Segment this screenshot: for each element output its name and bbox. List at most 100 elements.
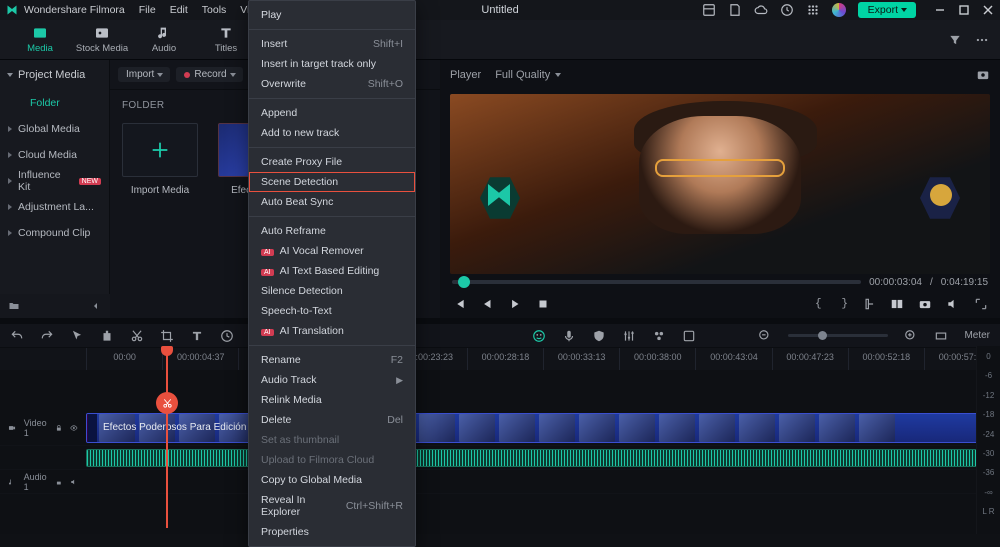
video-clip[interactable]: Efectos Poderosos Para Edición de Futbol (86, 413, 994, 443)
volume-icon[interactable] (946, 297, 960, 311)
delete-icon[interactable] (100, 329, 114, 343)
audio-track-icon (8, 476, 16, 488)
playhead[interactable] (166, 348, 168, 528)
save-icon[interactable] (728, 3, 742, 17)
ctx-item-ai-translation[interactable]: AIAI Translation (249, 321, 415, 341)
ctx-item-overwrite[interactable]: OverwriteShift+O (249, 74, 415, 94)
crop-icon[interactable] (160, 329, 174, 343)
layout-icon[interactable] (702, 3, 716, 17)
undo-icon[interactable] (10, 329, 24, 343)
ctx-item-rename[interactable]: RenameF2 (249, 350, 415, 370)
time-current: 00:00:03:04 (869, 277, 922, 288)
seek-bar[interactable] (452, 280, 861, 284)
mark-in-icon[interactable] (862, 297, 876, 311)
ctx-item-silence-detection[interactable]: Silence Detection (249, 281, 415, 301)
ai-face-icon[interactable] (532, 329, 546, 343)
minimize-icon[interactable] (934, 4, 946, 16)
fullscreen-icon[interactable] (974, 297, 988, 311)
ctx-item-relink-media[interactable]: Relink Media (249, 390, 415, 410)
render-icon[interactable] (682, 329, 696, 343)
ctx-item-copy-to-global-media[interactable]: Copy to Global Media (249, 470, 415, 490)
cloud-icon[interactable] (754, 3, 768, 17)
maximize-icon[interactable] (958, 4, 970, 16)
ctx-item-delete[interactable]: DeleteDel (249, 410, 415, 430)
speed-icon[interactable] (220, 329, 234, 343)
snapshot-icon[interactable] (976, 68, 990, 82)
camera-icon[interactable] (918, 297, 932, 311)
tab-audio[interactable]: Audio (134, 23, 194, 56)
ctx-item-add-to-new-track[interactable]: Add to new track (249, 123, 415, 143)
ctx-item-auto-reframe[interactable]: Auto Reframe (249, 221, 415, 241)
ctx-item-ai-text-based-editing[interactable]: AIAI Text Based Editing (249, 261, 415, 281)
ctx-item-append[interactable]: Append (249, 103, 415, 123)
tab-media[interactable]: Media (10, 23, 70, 56)
collapse-icon[interactable] (90, 300, 102, 312)
group-icon[interactable] (652, 329, 666, 343)
meter-label[interactable]: Meter (964, 330, 990, 341)
sidebar-item-compound-clip[interactable]: Compound Clip (0, 220, 109, 246)
zoom-in-icon[interactable] (904, 329, 918, 343)
play-icon[interactable] (508, 297, 522, 311)
import-media-tile[interactable]: Import Media (122, 123, 198, 196)
menu-edit[interactable]: Edit (170, 4, 188, 16)
sidebar-project-media[interactable]: Project Media (0, 60, 109, 90)
sidebar-item-influence-kit[interactable]: Influence KitNEW (0, 168, 109, 194)
ctx-item-properties[interactable]: Properties (249, 522, 415, 542)
zoom-slider[interactable] (788, 334, 888, 337)
stop-icon[interactable] (536, 297, 550, 311)
record-dropdown[interactable]: Record (176, 67, 242, 82)
ctx-item-create-proxy-file[interactable]: Create Proxy File (249, 152, 415, 172)
play-back-icon[interactable] (480, 297, 494, 311)
filter-icon[interactable] (948, 33, 962, 47)
audio-waveform-row[interactable] (0, 446, 1000, 470)
close-window-icon[interactable] (982, 4, 994, 16)
menu-file[interactable]: File (139, 4, 156, 16)
redo-icon[interactable] (40, 329, 54, 343)
timeline-ruler[interactable]: 00:0000:00:04:3700:00:09:1400:00:23:2300… (0, 348, 1000, 370)
zoom-fit-icon[interactable] (934, 329, 948, 343)
more-icon[interactable] (974, 33, 990, 47)
zoom-out-icon[interactable] (758, 329, 772, 343)
audio-meter: 0-6-12-18-24-30-36-∞ L R (976, 346, 1000, 534)
ctx-item-insert-in-target-track-only[interactable]: Insert in target track only (249, 54, 415, 74)
prev-frame-icon[interactable] (452, 297, 466, 311)
mic-icon[interactable] (562, 329, 576, 343)
ctx-item-scene-detection[interactable]: Scene Detection (249, 172, 415, 192)
lock-icon[interactable] (55, 422, 63, 434)
compare-icon[interactable] (890, 297, 904, 311)
sidebar-folder[interactable]: Folder (0, 90, 109, 116)
lock-icon[interactable] (55, 476, 63, 488)
ctx-item-ai-vocal-remover[interactable]: AIAI Vocal Remover (249, 241, 415, 261)
preview-viewport[interactable] (450, 94, 990, 274)
sidebar-item-adjustment-layer[interactable]: Adjustment La... (0, 194, 109, 220)
pointer-tool-icon[interactable] (70, 329, 84, 343)
ctx-item-insert[interactable]: InsertShift+I (249, 34, 415, 54)
player-quality-dropdown[interactable]: Full Quality (495, 69, 560, 81)
cut-icon[interactable] (130, 329, 144, 343)
activity-icon[interactable] (780, 3, 794, 17)
braces-icon[interactable]: { } (815, 298, 848, 310)
shield-icon[interactable] (592, 329, 606, 343)
sidebar-item-cloud-media[interactable]: Cloud Media (0, 142, 109, 168)
menu-tools[interactable]: Tools (202, 4, 227, 16)
video-track-1[interactable]: Video 1 Efectos Poderosos Para Edición d… (0, 410, 1000, 446)
audio-track-1[interactable]: Audio 1 (0, 470, 1000, 494)
new-folder-icon[interactable] (8, 300, 20, 312)
apps-icon[interactable] (806, 3, 820, 17)
export-button[interactable]: Export (858, 2, 916, 18)
tab-titles[interactable]: Titles (196, 23, 256, 56)
import-dropdown[interactable]: Import (118, 67, 170, 82)
tab-stock-media[interactable]: Stock Media (72, 23, 132, 56)
ctx-item-auto-beat-sync[interactable]: Auto Beat Sync (249, 192, 415, 212)
mixer-icon[interactable] (622, 329, 636, 343)
ctx-item-audio-track[interactable]: Audio Track▶ (249, 370, 415, 390)
account-avatar-icon[interactable] (832, 3, 846, 17)
ctx-item-speech-to-text[interactable]: Speech-to-Text (249, 301, 415, 321)
text-tool-icon[interactable] (190, 329, 204, 343)
audio-clip-waveform[interactable] (86, 449, 994, 467)
playhead-cut-button[interactable] (156, 392, 178, 414)
sidebar-item-global-media[interactable]: Global Media (0, 116, 109, 142)
mute-icon[interactable] (70, 476, 78, 488)
eye-icon[interactable] (70, 422, 78, 434)
ctx-item-reveal-in-explorer[interactable]: Reveal In ExplorerCtrl+Shift+R (249, 490, 415, 522)
